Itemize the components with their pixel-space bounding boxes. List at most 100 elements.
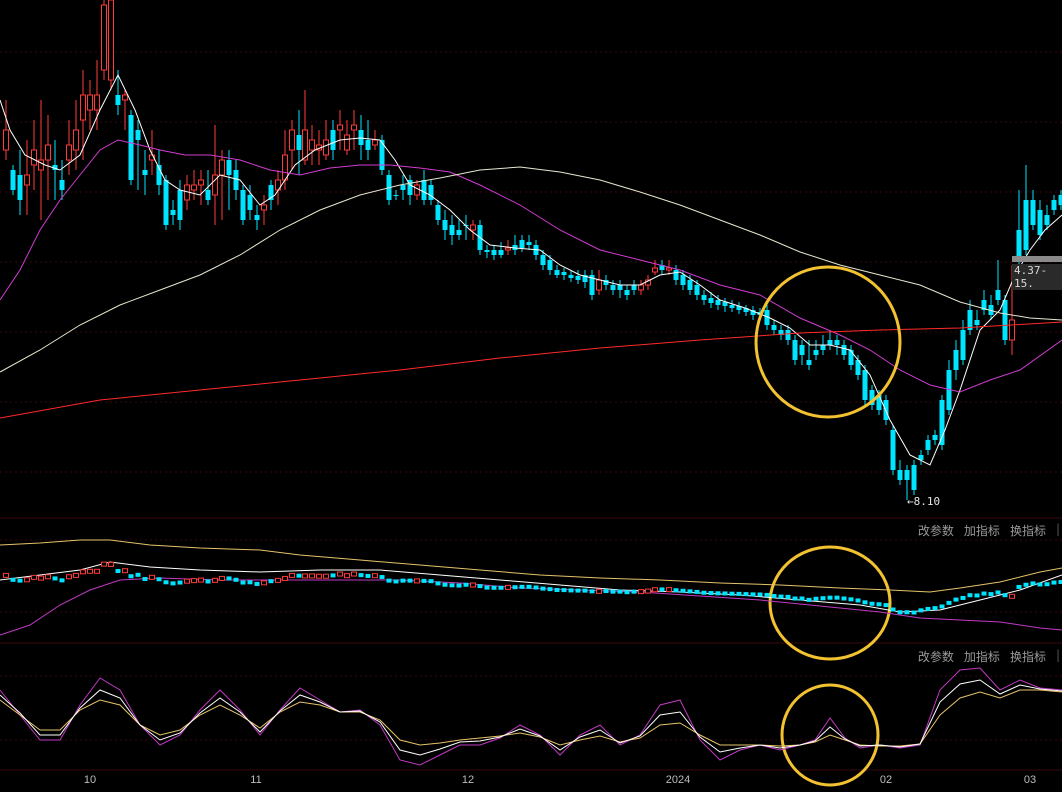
add-indicator-button[interactable]: 加指标	[964, 522, 1000, 539]
boll-candle	[52, 576, 58, 581]
boll-candle	[10, 577, 16, 582]
boll-candle	[561, 588, 567, 593]
boll-candle	[575, 588, 581, 593]
candle-body	[80, 94, 86, 121]
boll-candle	[603, 589, 609, 594]
boll-candle	[498, 585, 504, 590]
candle-body	[771, 325, 777, 330]
candle	[1030, 190, 1036, 230]
candle	[624, 285, 630, 300]
boll-candle	[456, 583, 462, 588]
change-params-button[interactable]: 改参数	[918, 522, 954, 539]
candle	[38, 100, 44, 220]
candle	[142, 150, 148, 195]
candle	[59, 160, 65, 200]
candle	[198, 170, 204, 205]
boll-candle	[547, 587, 553, 592]
boll-candle	[59, 578, 65, 583]
boll-candle	[813, 596, 819, 601]
kdj-d-line	[0, 689, 1062, 747]
candle	[302, 90, 308, 165]
candle-body	[561, 272, 567, 275]
candle-body	[1044, 215, 1050, 225]
boll-candle	[1030, 581, 1036, 586]
switch-indicator-button[interactable]: 换指标	[1010, 648, 1046, 665]
candle	[512, 235, 518, 255]
boll-candle	[624, 590, 630, 595]
boll-candle	[135, 572, 141, 577]
boll-candle	[66, 574, 72, 580]
candle	[351, 110, 357, 150]
boll-candle	[108, 561, 114, 567]
candle-body	[73, 129, 79, 151]
candle-body	[491, 250, 497, 255]
candle-body	[1037, 210, 1043, 235]
boll-candle	[631, 589, 637, 594]
candle-body	[240, 190, 246, 220]
candle-body	[813, 350, 819, 355]
boll-candle	[170, 581, 176, 586]
boll-candle	[1023, 582, 1029, 587]
candle-body	[282, 154, 288, 181]
candle	[582, 270, 588, 288]
candle	[254, 205, 260, 230]
candle-body	[142, 170, 148, 175]
candle-body	[1009, 319, 1015, 341]
boll-candle	[128, 574, 134, 579]
boll-candle	[610, 589, 616, 594]
boll-candle	[778, 594, 784, 599]
boll-candle	[282, 575, 288, 581]
boll-candle	[31, 574, 37, 580]
boll-candle	[240, 580, 246, 585]
boll-candle	[3, 572, 9, 578]
candle-body	[701, 295, 707, 300]
boll-candle	[897, 610, 903, 615]
boll-candle	[806, 597, 812, 602]
boll-candle	[967, 593, 973, 598]
candle-body	[233, 170, 239, 190]
boll-candle	[372, 573, 378, 579]
kdj-j-line	[0, 667, 1062, 766]
boll-candle	[142, 576, 148, 581]
boll-candle	[680, 588, 686, 593]
boll-candle	[302, 573, 308, 579]
candle	[149, 130, 155, 175]
change-params-button[interactable]: 改参数	[918, 648, 954, 665]
add-indicator-button[interactable]: 加指标	[964, 648, 1000, 665]
boll-candle	[890, 607, 896, 612]
candle	[449, 215, 455, 245]
candle-body	[163, 180, 169, 225]
candle	[240, 185, 246, 225]
boll-candle	[673, 588, 679, 593]
candle	[456, 220, 462, 240]
candle	[344, 120, 350, 155]
candle	[799, 340, 805, 365]
boll-candle	[428, 579, 434, 584]
candle	[988, 295, 994, 320]
candle	[617, 280, 623, 298]
boll-candle	[323, 573, 329, 579]
boll-candle	[177, 580, 183, 585]
candle-body	[24, 174, 30, 186]
switch-indicator-button[interactable]: 换指标	[1010, 522, 1046, 539]
boll-candle	[974, 593, 980, 598]
candle	[484, 245, 490, 258]
candle	[645, 275, 651, 290]
candle	[736, 302, 742, 314]
candle	[631, 280, 637, 295]
candle-body	[309, 139, 315, 151]
candle-body	[38, 159, 44, 171]
candle-body	[456, 230, 462, 235]
boll-candle	[163, 580, 169, 585]
candle	[177, 180, 183, 230]
boll-candle	[988, 592, 994, 597]
range-label: 4.37-15.	[1012, 264, 1062, 290]
boll-candle	[995, 590, 1001, 595]
ma-line-longest	[0, 321, 1062, 419]
candle	[393, 190, 399, 200]
boll-candle	[45, 574, 51, 580]
candle-body	[687, 280, 693, 290]
candle-body	[365, 140, 371, 150]
candle	[31, 120, 37, 190]
boll-candle	[94, 568, 100, 574]
